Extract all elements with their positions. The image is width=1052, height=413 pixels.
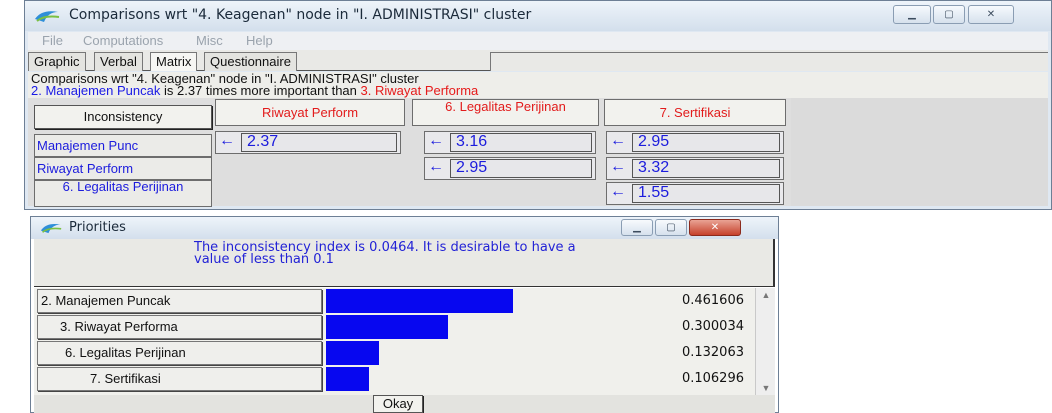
comparison-info: Comparisons wrt "4. Keagenan" node in "I… <box>28 72 1048 98</box>
priority-bar <box>326 315 448 339</box>
priority-row: 6. Legalitas Perijinan 0.132063 <box>34 341 754 367</box>
menu-help[interactable]: Help <box>246 33 273 48</box>
okay-button[interactable]: Okay <box>373 395 423 413</box>
priority-label: 2. Manajemen Puncak <box>37 289 322 313</box>
comparisons-titlebar[interactable]: Comparisons wrt "4. Keagenan" node in "I… <box>25 1 1051 31</box>
inconsistency-message: The inconsistency index is 0.0464. It is… <box>194 240 576 267</box>
tab-questionnaire[interactable]: Questionnaire <box>204 52 297 71</box>
app-logo-icon <box>40 224 62 234</box>
column-header: 6. Legalitas Perijinan <box>412 99 599 126</box>
info-item-a: 2. Manajemen Puncak <box>31 83 161 98</box>
priorities-titlebar[interactable]: Priorities ▁ ▢ ✕ <box>31 217 778 239</box>
tab-matrix[interactable]: Matrix <box>150 52 198 71</box>
close-icon: ✕ <box>710 222 720 233</box>
arrow-left-icon: ← <box>610 158 626 175</box>
close-icon: ✕ <box>986 9 996 20</box>
cell-value[interactable]: 2.95 <box>632 133 780 152</box>
arrow-left-icon: ← <box>610 183 626 200</box>
priority-value: 0.132063 <box>681 345 744 360</box>
info-middle: is 2.37 times more important than <box>160 83 361 98</box>
comparison-cell[interactable]: ← 2.37 <box>215 131 401 154</box>
priorities-title: Priorities <box>69 220 126 235</box>
arrow-left-icon: ← <box>428 132 444 149</box>
tab-graphic[interactable]: Graphic <box>28 52 86 71</box>
cell-value[interactable]: 2.95 <box>450 159 592 178</box>
priority-bar <box>326 367 369 391</box>
priority-value: 0.461606 <box>681 293 744 308</box>
priority-label: 6. Legalitas Perijinan <box>37 341 322 365</box>
matrix-empty-area <box>791 98 1048 206</box>
maximize-button[interactable]: ▢ <box>655 219 687 236</box>
menu-misc[interactable]: Misc <box>196 33 223 48</box>
menu-computations[interactable]: Computations <box>83 33 163 48</box>
arrow-left-icon: ← <box>428 158 444 175</box>
maximize-button[interactable]: ▢ <box>933 5 965 24</box>
info-item-b: 3. Riwayat Performa <box>360 83 479 98</box>
maximize-icon: ▢ <box>666 222 676 233</box>
comparison-cell[interactable]: ← 2.95 <box>606 131 784 154</box>
minimize-button[interactable]: ▁ <box>893 5 931 24</box>
comparison-cell[interactable]: ← 3.32 <box>606 157 784 180</box>
priority-bar <box>326 341 379 365</box>
priority-row: 2. Manajemen Puncak 0.461606 <box>34 289 754 315</box>
inconsistency-button[interactable]: Inconsistency <box>34 105 212 129</box>
comparison-cell[interactable]: ← 2.95 <box>424 157 596 180</box>
menu-bar: File Computations Misc Help <box>28 32 1048 50</box>
priority-row: 7. Sertifikasi 0.106296 <box>34 367 754 393</box>
cell-value[interactable]: 1.55 <box>632 184 780 203</box>
priority-value: 0.300034 <box>681 319 744 334</box>
cell-value[interactable]: 3.16 <box>450 133 592 152</box>
window-title: Comparisons wrt "4. Keagenan" node in "I… <box>69 7 532 23</box>
column-header: Riwayat Perform <box>215 99 405 126</box>
maximize-icon: ▢ <box>944 9 954 20</box>
app-logo-icon <box>35 11 60 22</box>
comparison-cell[interactable]: ← 3.16 <box>424 131 596 154</box>
priority-label: 3. Riwayat Performa <box>37 315 322 339</box>
arrow-left-icon: ← <box>219 132 235 149</box>
comparison-cell[interactable]: ← 1.55 <box>606 182 784 205</box>
scroll-down-arrow-icon[interactable]: ▼ <box>756 381 776 395</box>
priorities-list: 2. Manajemen Puncak 0.461606 3. Riwayat … <box>34 288 775 395</box>
priorities-footer: Okay <box>34 395 775 413</box>
close-button[interactable]: ✕ <box>689 219 741 236</box>
minimize-button[interactable]: ▁ <box>621 219 653 236</box>
priority-label: 7. Sertifikasi <box>37 367 322 391</box>
minimize-icon: ▁ <box>633 222 641 233</box>
priority-row: 3. Riwayat Performa 0.300034 <box>34 315 754 341</box>
row-header: Manajemen Punc <box>34 134 212 157</box>
priority-value: 0.106296 <box>681 371 744 386</box>
tab-row: Graphic Verbal Matrix Questionnaire <box>28 50 1048 71</box>
tab-verbal[interactable]: Verbal <box>94 52 143 71</box>
menu-file[interactable]: File <box>42 33 63 48</box>
priority-bar <box>326 289 513 313</box>
row-header: 6. Legalitas Perijinan <box>34 180 212 207</box>
tab-row-filler <box>490 52 1048 71</box>
row-header: Riwayat Perform <box>34 157 212 180</box>
priorities-window: Priorities ▁ ▢ ✕ The inconsistency index… <box>30 216 779 413</box>
minimize-icon: ▁ <box>908 9 916 20</box>
inconsistency-message-panel: The inconsistency index is 0.0464. It is… <box>34 239 775 287</box>
comparison-matrix: Inconsistency Riwayat Perform 6. Legalit… <box>28 98 1048 207</box>
cell-value[interactable]: 3.32 <box>632 159 780 178</box>
arrow-left-icon: ← <box>610 132 626 149</box>
info-statement: 2. Manajemen Puncak is 2.37 times more i… <box>31 83 479 98</box>
comparisons-window: Comparisons wrt "4. Keagenan" node in "I… <box>24 0 1052 210</box>
cell-value[interactable]: 2.37 <box>241 133 397 152</box>
vertical-scrollbar[interactable]: ▲ ▼ <box>755 288 775 395</box>
close-button[interactable]: ✕ <box>968 5 1014 24</box>
scroll-up-arrow-icon[interactable]: ▲ <box>756 288 776 302</box>
column-header: 7. Sertifikasi <box>604 99 786 126</box>
